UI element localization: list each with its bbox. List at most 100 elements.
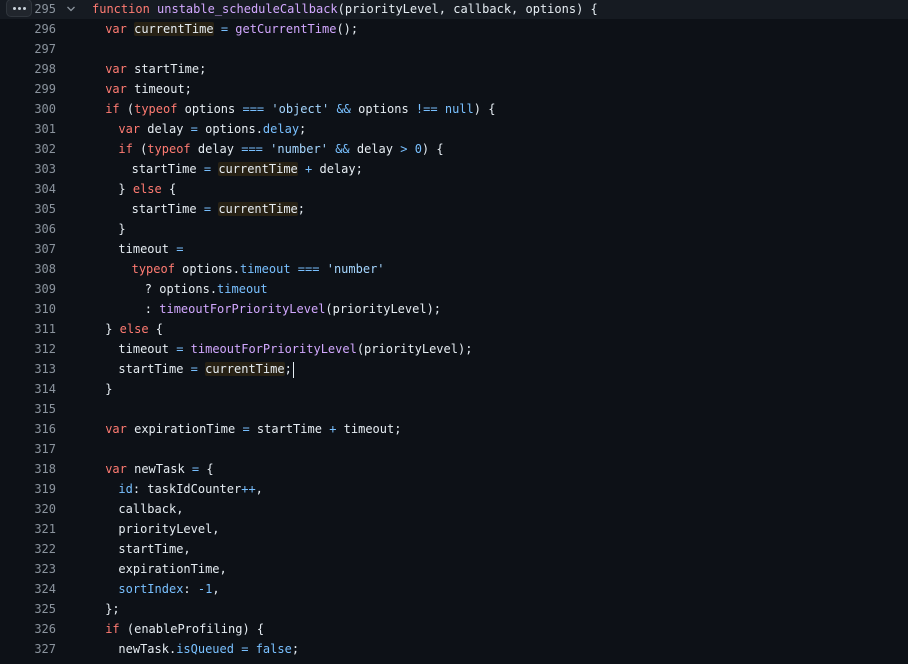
- code-token: ) {: [473, 102, 496, 116]
- code-line[interactable]: 306}: [0, 219, 908, 239]
- code-token: else: [132, 182, 162, 196]
- code-line[interactable]: 307 timeout =: [0, 239, 908, 259]
- code-line[interactable]: 302 if (typeof delay === 'number' && dela…: [0, 139, 908, 159]
- code-line[interactable]: 299 var timeout;: [0, 79, 908, 99]
- code-line[interactable]: 298 var startTime;: [0, 59, 908, 79]
- code-token: if: [105, 102, 120, 116]
- code-token: (priorityLevel);: [356, 342, 473, 356]
- code-line[interactable]: 318 var newTask = {: [0, 459, 908, 479]
- chevron-down-icon[interactable]: [66, 4, 76, 14]
- code-line[interactable]: 304 } else {: [0, 179, 908, 199]
- code-line[interactable]: 310: timeoutForPriorityLevel(priorityLev…: [0, 299, 908, 319]
- code-editor[interactable]: 295 function unstable_scheduleCallback(pr…: [0, 0, 908, 664]
- code-token: (enableProfiling) {: [119, 622, 265, 636]
- code-line[interactable]: 316 var expirationTime = startTime + time…: [0, 419, 908, 439]
- code-token: false: [255, 642, 292, 656]
- code-text: ? options.timeout: [145, 279, 268, 299]
- code-line[interactable]: 309 ? options.timeout: [0, 279, 908, 299]
- code-line[interactable]: 295 function unstable_scheduleCallback(pr…: [0, 0, 908, 19]
- code-token: ) {: [421, 142, 444, 156]
- line-number: 310: [34, 302, 56, 316]
- code-token: else: [119, 322, 149, 336]
- code-line[interactable]: 323 expirationTime,: [0, 559, 908, 579]
- code-token: 0: [414, 142, 422, 156]
- line-number: 304: [34, 182, 56, 196]
- code-line[interactable]: 296 var currentTime = getCurrentTime();: [0, 19, 908, 39]
- line-number: 321: [34, 522, 56, 536]
- code-line[interactable]: 320 callback,: [0, 499, 908, 519]
- code-line[interactable]: 308 typeof options.timeout === 'number': [0, 259, 908, 279]
- line-number: 301: [34, 122, 56, 136]
- code-line[interactable]: 297: [0, 39, 908, 59]
- line-number: 327: [34, 642, 56, 656]
- code-token: delay: [349, 142, 401, 156]
- code-line[interactable]: 322 startTime,: [0, 539, 908, 559]
- code-line[interactable]: 303 startTime = currentTime + delay;: [0, 159, 908, 179]
- code-token: =: [190, 362, 198, 376]
- code-line[interactable]: 325};: [0, 599, 908, 619]
- code-token: newTask.: [118, 642, 177, 656]
- code-token: startTime: [131, 202, 204, 216]
- code-line[interactable]: 324 sortIndex: -1,: [0, 579, 908, 599]
- code-token: :: [144, 302, 160, 316]
- code-text: };: [105, 599, 119, 619]
- code-token: 'object': [271, 102, 330, 116]
- code-line[interactable]: 300 if (typeof options === 'object' && op…: [0, 99, 908, 119]
- code-token: if: [118, 142, 133, 156]
- code-token: timeout;: [126, 82, 192, 96]
- code-token: expirationTime,: [118, 562, 227, 576]
- line-number: 296: [34, 22, 56, 36]
- code-line[interactable]: 315: [0, 399, 908, 419]
- code-text: }: [105, 379, 112, 399]
- code-token: delay: [262, 122, 300, 136]
- code-token: &&: [336, 102, 351, 116]
- code-token: isQueued: [176, 642, 234, 656]
- code-text: if (typeof options === 'object' && optio…: [105, 99, 495, 119]
- code-text: var delay = options.delay;: [118, 119, 306, 139]
- code-token: {: [199, 462, 214, 476]
- code-token: }: [105, 322, 120, 336]
- code-line[interactable]: 311} else {: [0, 319, 908, 339]
- code-token: typeof: [134, 102, 178, 116]
- code-token: var: [118, 122, 141, 136]
- code-token: ;: [291, 642, 300, 656]
- line-number: 325: [34, 602, 56, 616]
- code-token: var: [105, 62, 127, 76]
- code-token: timeout: [118, 342, 177, 356]
- code-token: if: [105, 622, 120, 636]
- code-line[interactable]: 321 priorityLevel,: [0, 519, 908, 539]
- highlighted-token: currentTime: [134, 22, 214, 36]
- code-token: unstable_scheduleCallback: [157, 2, 338, 16]
- code-token: startTime: [249, 422, 330, 436]
- code-text: } else {: [118, 179, 176, 199]
- code-token: ? options.: [144, 282, 218, 296]
- code-token: startTime: [131, 162, 204, 176]
- code-token: (: [119, 102, 135, 116]
- code-token: sortIndex: [118, 582, 184, 596]
- code-token: (: [132, 142, 148, 156]
- line-number: 316: [34, 422, 56, 436]
- code-text: expirationTime,: [118, 559, 226, 579]
- code-line[interactable]: 326 if (enableProfiling) {: [0, 619, 908, 639]
- code-line[interactable]: 314}: [0, 379, 908, 399]
- line-number: 299: [34, 82, 56, 96]
- code-line[interactable]: 317: [0, 439, 908, 459]
- code-line[interactable]: 301 var delay = options.delay;: [0, 119, 908, 139]
- code-line[interactable]: 313 startTime = currentTime;: [0, 359, 908, 379]
- code-line[interactable]: 312 timeout = timeoutForPriorityLevel(pri…: [0, 339, 908, 359]
- code-token: typeof: [147, 142, 191, 156]
- line-number: 307: [34, 242, 56, 256]
- code-token: {: [161, 182, 177, 196]
- code-token: (priorityLevel, callback, options) {: [337, 2, 598, 16]
- code-line[interactable]: 305 startTime = currentTime;: [0, 199, 908, 219]
- code-line[interactable]: 319 id: taskIdCounter++,: [0, 479, 908, 499]
- code-text: timeout =: [118, 239, 183, 259]
- code-token: =: [203, 162, 212, 176]
- highlighted-token: currentTime: [218, 202, 298, 216]
- code-text: startTime = currentTime + delay;: [132, 159, 363, 179]
- code-line[interactable]: 327 newTask.isQueued = false;: [0, 639, 908, 659]
- line-number: 298: [34, 62, 56, 76]
- code-text: if (typeof delay === 'number' && delay >…: [118, 139, 443, 159]
- line-number: 323: [34, 562, 56, 576]
